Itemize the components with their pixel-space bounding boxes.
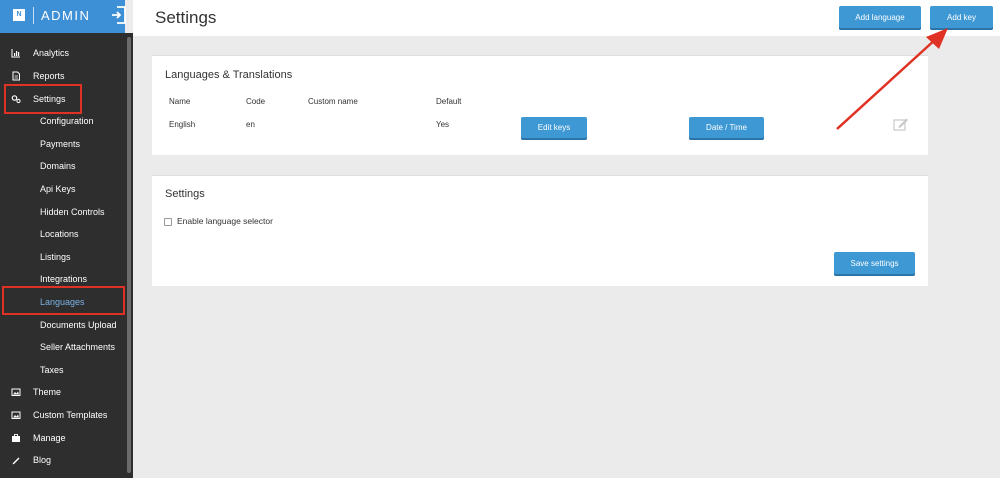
column-header-custom-name: Custom name <box>308 97 358 106</box>
sidebar-item-label: Theme <box>33 387 62 397</box>
submenu-label: Documents Upload <box>40 320 117 330</box>
date-time-button[interactable]: Date / Time <box>689 117 764 140</box>
sidebar-item-manage[interactable]: Manage <box>0 428 125 448</box>
settings-card: Settings Enable language selector <box>152 175 928 286</box>
sidebar-scrollbar[interactable] <box>125 33 133 478</box>
save-settings-button[interactable]: Save settings <box>834 252 915 276</box>
submenu-item-locations[interactable]: Locations <box>0 224 125 244</box>
column-header-code: Code <box>246 97 266 106</box>
scrollbar-thumb[interactable] <box>127 37 131 473</box>
sidebar: N ADMIN Analytics Reports Settings Confi… <box>0 0 127 478</box>
logo: N <box>13 9 25 21</box>
sidebar-item-theme[interactable]: Theme <box>0 382 125 402</box>
sidebar-item-label: Custom Templates <box>33 410 108 420</box>
sidebar-item-label: Blog <box>33 455 52 465</box>
submenu-label: Hidden Controls <box>40 207 105 217</box>
submenu-label: Domains <box>40 161 76 171</box>
image-icon <box>11 388 21 396</box>
submenu-item-listings[interactable]: Listings <box>0 247 125 267</box>
edit-keys-button[interactable]: Edit keys <box>521 117 587 140</box>
submenu-item-api-keys[interactable]: Api Keys <box>0 179 125 199</box>
logout-icon[interactable] <box>111 6 127 24</box>
language-default-cell: Yes <box>436 120 450 129</box>
sidebar-item-label: Reports <box>33 71 65 81</box>
pencil-icon <box>12 457 20 465</box>
sidebar-item-reports[interactable]: Reports <box>0 66 125 86</box>
submenu-item-hidden-controls[interactable]: Hidden Controls <box>0 202 125 222</box>
sidebar-header: N ADMIN <box>0 0 127 33</box>
sidebar-item-label: Analytics <box>33 48 70 58</box>
submenu-item-seller-attachments[interactable]: Seller Attachments <box>0 337 125 357</box>
briefcase-icon <box>12 434 20 442</box>
languages-card: Languages & Translations Name Code Custo… <box>152 55 928 155</box>
add-key-button[interactable]: Add key <box>930 6 993 30</box>
submenu-label: Api Keys <box>40 184 76 194</box>
sidebar-item-blog[interactable]: Blog <box>0 450 125 470</box>
submenu-label: Seller Attachments <box>40 342 116 352</box>
submenu-item-domains[interactable]: Domains <box>0 156 125 176</box>
edit-icon[interactable] <box>893 117 909 131</box>
submenu-label: Locations <box>40 229 79 239</box>
settings-highlight-box <box>4 84 82 114</box>
submenu-item-documents-upload[interactable]: Documents Upload <box>0 315 125 335</box>
column-header-name: Name <box>169 97 191 106</box>
submenu-label: Listings <box>40 252 71 262</box>
submenu-label: Payments <box>40 139 81 149</box>
document-icon <box>12 71 20 81</box>
sidebar-item-custom-templates[interactable]: Custom Templates <box>0 405 125 425</box>
languages-card-title: Languages & Translations <box>165 69 293 81</box>
logo-divider <box>33 7 34 24</box>
submenu-item-payments[interactable]: Payments <box>0 134 125 154</box>
bar-chart-icon <box>11 49 20 58</box>
language-name-cell: English <box>169 120 196 129</box>
sidebar-item-label: Manage <box>33 433 66 443</box>
image-icon <box>11 411 21 419</box>
languages-highlight-box <box>2 286 125 315</box>
sidebar-item-analytics[interactable]: Analytics <box>0 43 125 63</box>
submenu-label: Configuration <box>40 116 94 126</box>
language-selector-checkbox[interactable] <box>164 218 172 226</box>
add-language-button[interactable]: Add language <box>839 6 921 30</box>
submenu-label: Taxes <box>40 365 64 375</box>
column-header-default: Default <box>436 97 462 106</box>
submenu-item-configuration[interactable]: Configuration <box>0 111 125 131</box>
page-title: Settings <box>155 8 217 27</box>
settings-card-title: Settings <box>165 188 205 200</box>
submenu-item-taxes[interactable]: Taxes <box>0 360 125 380</box>
brand-label: ADMIN <box>41 8 91 23</box>
language-code-cell: en <box>246 120 255 129</box>
language-selector-label: Enable language selector <box>177 216 273 226</box>
